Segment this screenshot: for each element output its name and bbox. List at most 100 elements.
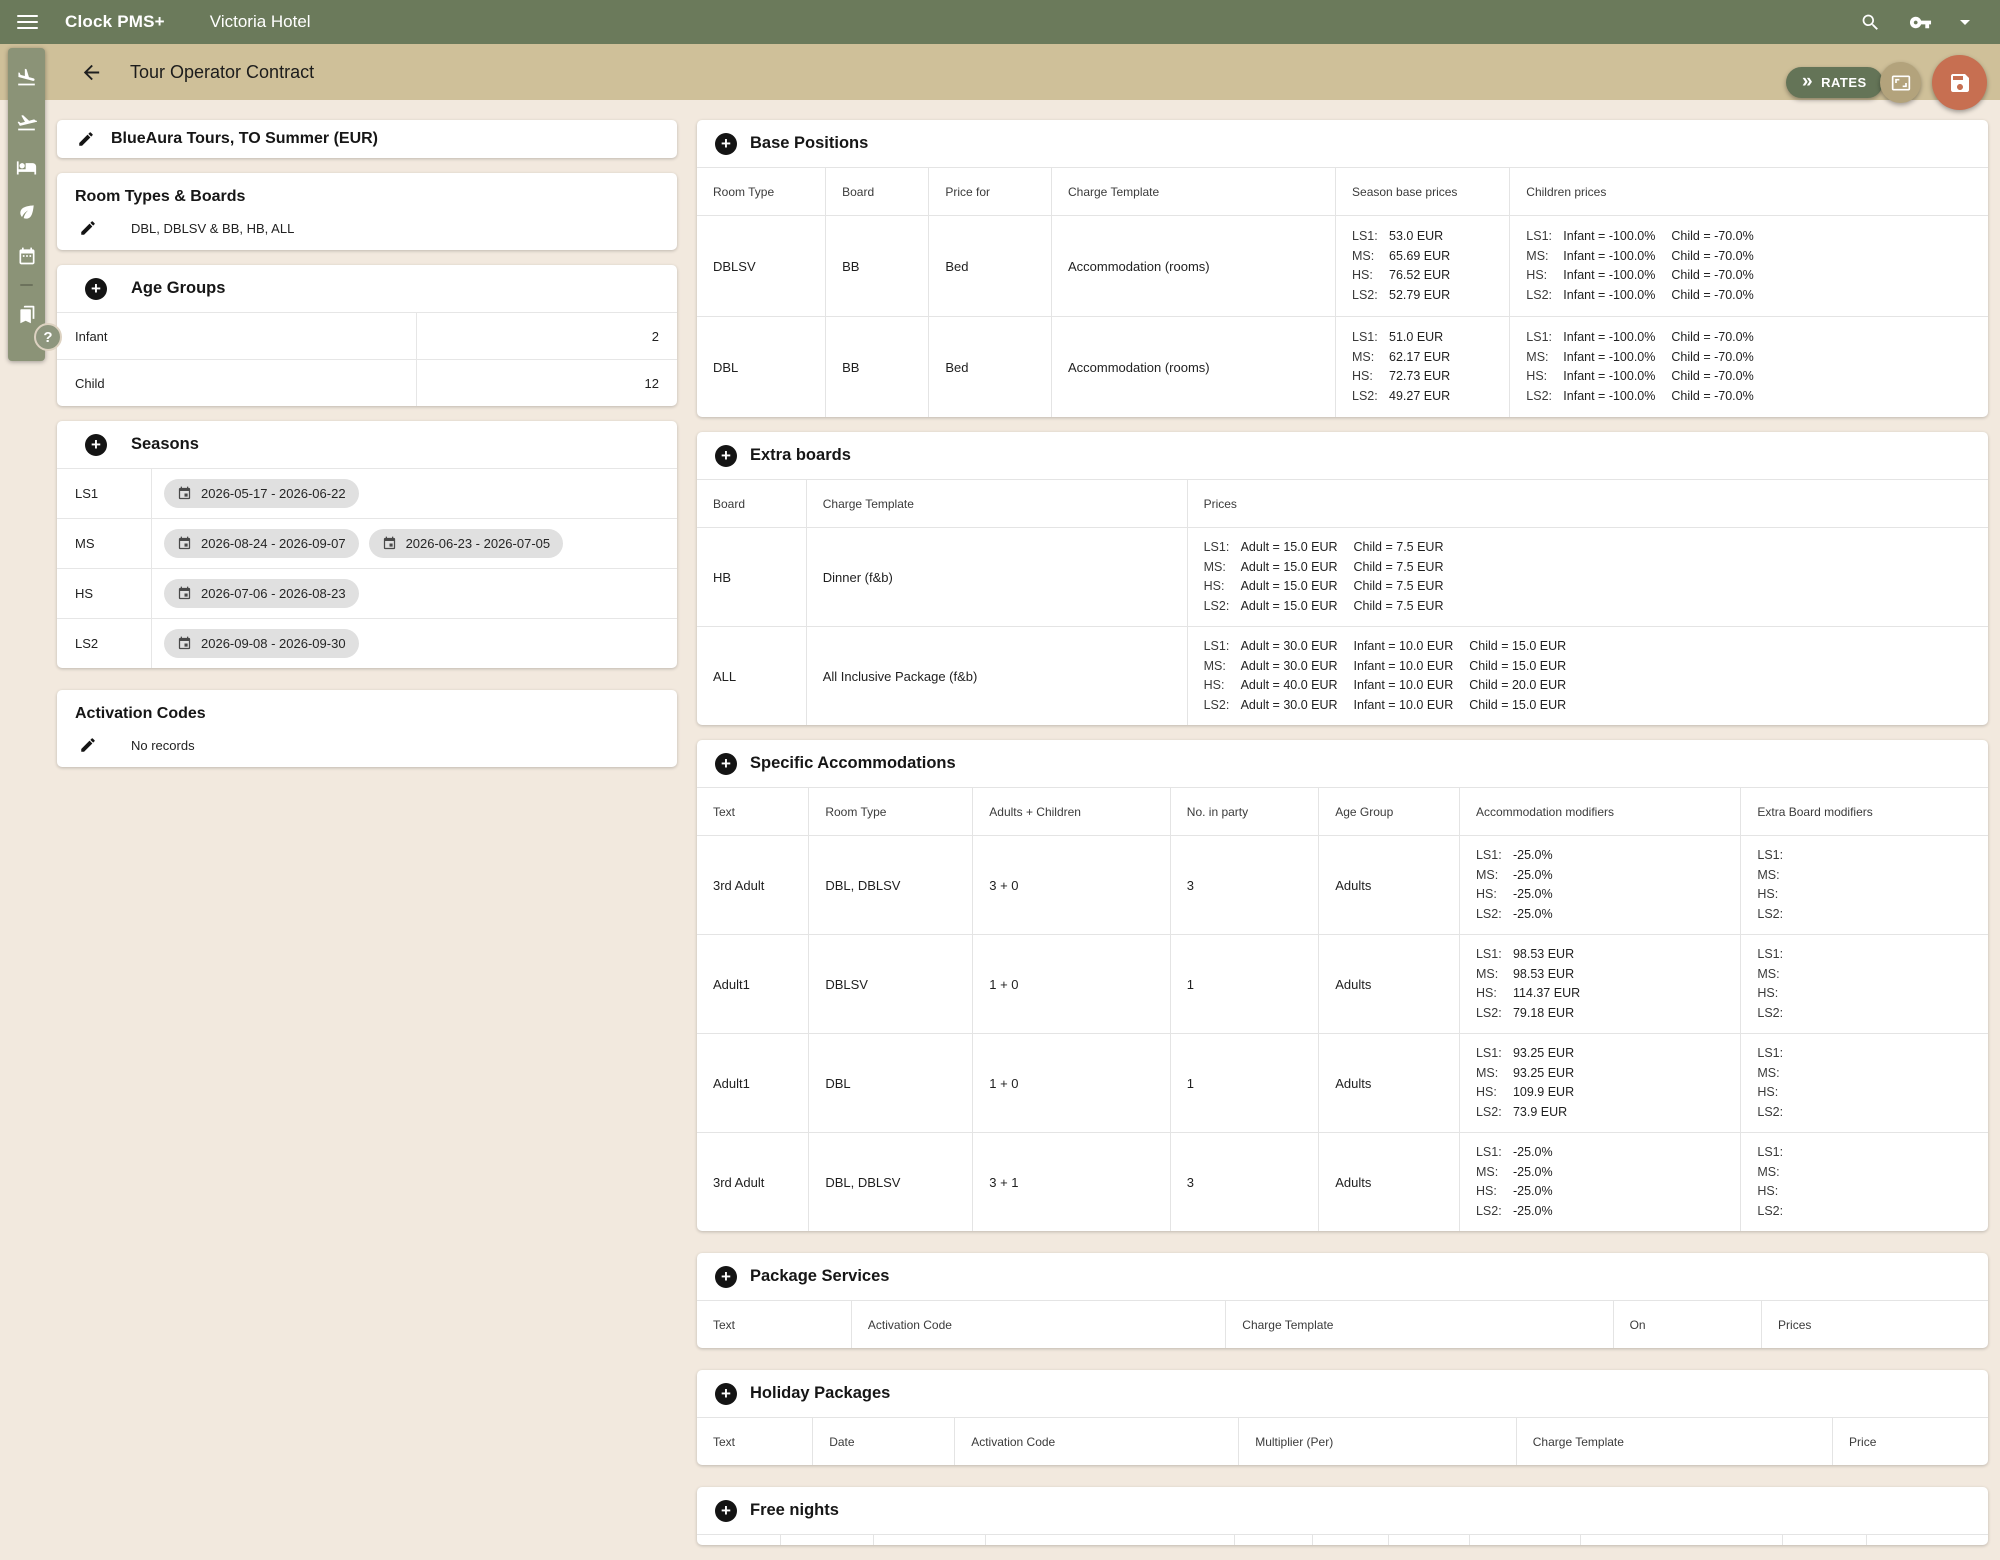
flight-land-icon[interactable] xyxy=(16,67,37,88)
season-label: LS2 xyxy=(57,619,152,668)
price-line: MS: xyxy=(1757,1163,1794,1183)
price-line: LS2:Infant = -100.0%Child = -70.0% xyxy=(1526,387,1769,407)
table-header-row: Text Room Type Adults + Children No. in … xyxy=(697,787,1988,835)
price-line: HS:-25.0% xyxy=(1476,1182,1569,1202)
add-holiday-package-button[interactable] xyxy=(715,1383,737,1405)
cell-adults-children: 3 + 1 xyxy=(973,1133,1171,1231)
cell-prices: LS1:Adult = 30.0 EURInfant = 10.0 EURChi… xyxy=(1188,627,1988,725)
flight-takeoff-icon[interactable] xyxy=(16,112,37,133)
search-icon[interactable] xyxy=(1860,12,1881,33)
date-range-chip[interactable]: 2026-09-08 - 2026-09-30 xyxy=(164,629,359,658)
left-column: BlueAura Tours, TO Summer (EUR) Room Typ… xyxy=(57,120,677,782)
cell-children-prices: LS1:Infant = -100.0%Child = -70.0%MS:Inf… xyxy=(1510,317,1988,417)
save-icon xyxy=(1948,71,1972,95)
date-range-text: 2026-09-08 - 2026-09-30 xyxy=(201,636,346,651)
add-extra-board-button[interactable] xyxy=(715,445,737,467)
activation-codes-value: No records xyxy=(131,738,195,753)
price-line: HS:114.37 EUR xyxy=(1476,984,1596,1004)
price-line: MS:Infant = -100.0%Child = -70.0% xyxy=(1526,348,1769,368)
cell-no-in-party: 3 xyxy=(1171,1133,1319,1231)
age-group-value: 12 xyxy=(417,360,677,406)
specific-accommodations-card: Specific Accommodations Text Room Type A… xyxy=(697,740,1988,1231)
add-season-button[interactable] xyxy=(85,434,107,456)
leaf-icon[interactable] xyxy=(17,202,37,222)
add-package-service-button[interactable] xyxy=(715,1266,737,1288)
date-range-chip[interactable]: 2026-07-06 - 2026-08-23 xyxy=(164,579,359,608)
price-line: MS:Infant = -100.0%Child = -70.0% xyxy=(1526,247,1769,267)
table-row: Adult1 DBL 1 + 0 1 Adults LS1:93.25 EURM… xyxy=(697,1033,1988,1132)
table-row: 3rd Adult DBL, DBLSV 3 + 0 3 Adults LS1:… xyxy=(697,835,1988,934)
col-header: Text xyxy=(697,1418,813,1465)
cell-board: BB xyxy=(826,317,929,417)
price-line: LS1:-25.0% xyxy=(1476,1143,1569,1163)
price-line: MS: xyxy=(1757,965,1794,985)
calendar-icon[interactable] xyxy=(17,246,37,266)
right-column: Base Positions Room Type Board Price for… xyxy=(697,120,1988,1560)
cell-no-in-party: 1 xyxy=(1171,935,1319,1033)
hotel-bed-icon[interactable] xyxy=(16,157,37,178)
cell-extra-board-modifiers: LS1:MS:HS:LS2: xyxy=(1741,1034,1988,1132)
save-button[interactable] xyxy=(1932,55,1987,110)
help-button[interactable]: ? xyxy=(34,323,62,351)
cell-accommodation-modifiers: LS1:93.25 EURMS:93.25 EURHS:109.9 EURLS2… xyxy=(1460,1034,1741,1132)
price-line: HS: xyxy=(1757,1182,1794,1202)
price-line: HS:Adult = 15.0 EURChild = 7.5 EUR xyxy=(1204,577,1460,597)
price-line: LS2: xyxy=(1757,1004,1794,1024)
add-base-position-button[interactable] xyxy=(715,133,737,155)
add-age-group-button[interactable] xyxy=(85,278,107,300)
cell-age-group: Adults xyxy=(1319,1034,1460,1132)
price-line: LS1: xyxy=(1757,1143,1794,1163)
edit-pencil-icon[interactable] xyxy=(79,736,97,754)
price-line: MS: xyxy=(1757,1064,1794,1084)
col-header: Prices xyxy=(1762,1301,1988,1348)
key-icon[interactable] xyxy=(1909,11,1932,34)
cell-age-group: Adults xyxy=(1319,1133,1460,1231)
price-line: HS: xyxy=(1757,1083,1794,1103)
caret-down-icon[interactable] xyxy=(1960,20,1970,25)
calendar-icon xyxy=(177,536,192,551)
table-row: 3rd Adult DBL, DBLSV 3 + 1 3 Adults LS1:… xyxy=(697,1132,1988,1231)
base-positions-title: Base Positions xyxy=(750,134,868,153)
cell-adults-children: 1 + 0 xyxy=(973,935,1171,1033)
price-line: LS1: xyxy=(1757,945,1794,965)
price-line: LS2:-25.0% xyxy=(1476,1202,1569,1222)
date-range-chip[interactable]: 2026-05-17 - 2026-06-22 xyxy=(164,479,359,508)
age-group-value: 2 xyxy=(417,313,677,359)
edit-pencil-icon[interactable] xyxy=(79,219,97,237)
resize-button[interactable] xyxy=(1880,62,1921,103)
add-free-night-button[interactable] xyxy=(715,1500,737,1522)
price-line: MS:62.17 EUR xyxy=(1352,348,1466,368)
cell-charge-template: All Inclusive Package (f&b) xyxy=(807,627,1188,725)
col-header: Text xyxy=(697,788,809,835)
season-row: LS2 2026-09-08 - 2026-09-30 xyxy=(57,618,677,668)
cell-age-group: Adults xyxy=(1319,935,1460,1033)
col-header: Board xyxy=(826,168,929,215)
room-types-value: DBL, DBLSV & BB, HB, ALL xyxy=(131,221,294,236)
col-header: Date xyxy=(813,1418,955,1465)
add-specific-accommodation-button[interactable] xyxy=(715,753,737,775)
cell-charge-template: Accommodation (rooms) xyxy=(1052,317,1336,417)
back-arrow-icon[interactable] xyxy=(80,61,103,84)
price-line: MS:-25.0% xyxy=(1476,866,1569,886)
date-range-text: 2026-08-24 - 2026-09-07 xyxy=(201,536,346,551)
cell-charge-template: Accommodation (rooms) xyxy=(1052,216,1336,316)
price-line: LS1:Adult = 30.0 EURInfant = 10.0 EURChi… xyxy=(1204,637,1583,657)
price-line: HS:-25.0% xyxy=(1476,885,1569,905)
col-header: Board xyxy=(697,480,807,527)
price-line: LS1:Infant = -100.0%Child = -70.0% xyxy=(1526,227,1769,247)
cell-board: BB xyxy=(826,216,929,316)
book-icon[interactable] xyxy=(16,304,37,325)
price-line: HS:Infant = -100.0%Child = -70.0% xyxy=(1526,266,1769,286)
edit-pencil-icon[interactable] xyxy=(77,130,95,148)
season-chips: 2026-05-17 - 2026-06-22 xyxy=(152,469,371,518)
age-groups-card: Age Groups Infant 2 Child 12 xyxy=(57,265,677,406)
date-range-chip[interactable]: 2026-08-24 - 2026-09-07 xyxy=(164,529,359,558)
price-line: LS2:49.27 EUR xyxy=(1352,387,1466,407)
price-line: MS:65.69 EUR xyxy=(1352,247,1466,267)
double-chevron-icon xyxy=(1802,75,1813,91)
rates-button[interactable]: RATES xyxy=(1786,67,1883,98)
date-range-chip[interactable]: 2026-06-23 - 2026-07-05 xyxy=(369,529,564,558)
price-line: HS: xyxy=(1757,885,1794,905)
menu-icon[interactable] xyxy=(17,15,38,29)
seasons-title: Seasons xyxy=(131,435,199,454)
